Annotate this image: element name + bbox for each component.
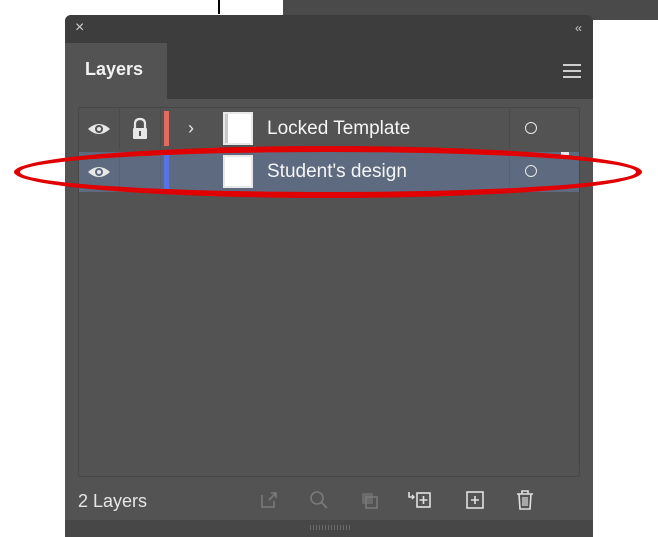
visibility-toggle[interactable] [79,152,120,192]
layer-color-bar [164,111,169,146]
layers-panel: × ‹‹ Layers › Locked Template Student's … [65,15,593,537]
clipping-mask-icon[interactable] [357,488,381,512]
grip-icon [310,525,350,530]
lock-icon [133,117,147,139]
new-sublayer-icon[interactable] [407,488,431,512]
hamburger-menu-icon[interactable] [563,64,581,78]
new-layer-icon[interactable] [463,488,487,512]
panel-footer: 2 Layers [65,480,593,520]
lock-toggle[interactable] [120,152,161,192]
layer-count: 2 Layers [78,491,148,511]
layer-thumbnail [223,112,253,145]
layer-row-students-design[interactable]: Student's design [79,152,579,192]
tab-layers[interactable]: Layers [65,43,167,99]
target-circle-icon[interactable] [525,165,537,177]
selection-indicator [561,152,569,155]
layer-name[interactable]: Locked Template [267,118,410,140]
close-icon[interactable]: × [75,19,84,37]
target-circle-icon[interactable] [525,122,537,134]
scrollbar[interactable] [578,198,579,468]
layer-color-bar [164,154,169,189]
panel-titlebar[interactable]: × ‹‹ [65,15,593,43]
column-divider [509,152,510,192]
layer-row-locked-template[interactable]: › Locked Template [79,109,579,149]
resize-handle[interactable] [65,520,593,537]
layers-list: › Locked Template Student's design [78,107,580,477]
layer-name[interactable]: Student's design [267,161,407,183]
layer-thumbnail [223,155,253,188]
chevron-right-icon[interactable]: › [188,117,194,139]
column-divider [509,109,510,149]
lock-toggle[interactable] [120,109,161,149]
visibility-toggle[interactable] [79,109,120,149]
panel-tabbar: Layers [65,43,593,99]
eye-icon [88,167,110,177]
background-line [218,0,220,14]
export-icon[interactable] [257,488,281,512]
eye-icon [88,124,110,134]
search-icon[interactable] [307,488,331,512]
trash-icon[interactable] [513,488,537,512]
collapse-icon[interactable]: ‹‹ [575,20,582,36]
